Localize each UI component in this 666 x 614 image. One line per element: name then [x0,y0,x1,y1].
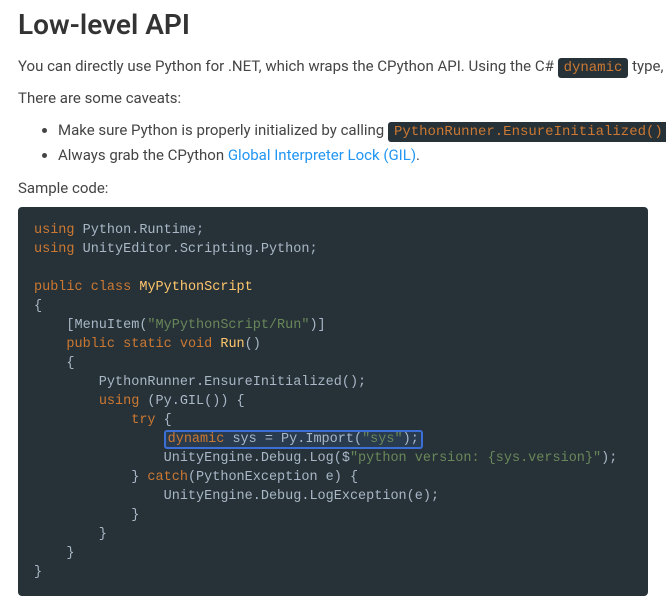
brace-open-2: { [34,356,75,371]
caveats-list: Make sure Python is properly initialized… [18,118,648,167]
close-1: } [34,508,139,523]
gil-link[interactable]: Global Interpreter Lock (GIL) [228,146,416,164]
page-title: Low-level API [18,8,648,41]
kw-using-2: using [34,242,75,257]
sys-a: sys = Py.Import( [224,432,362,447]
brace-open: { [34,299,42,314]
menu-open: [MenuItem( [34,318,147,333]
intro-text: You can directly use Python for .NET, wh… [18,57,558,75]
catch-close-brace: } [34,470,147,485]
caveat-2: Always grab the CPython Global Interpret… [58,143,648,167]
kw-using-1: using [34,223,75,238]
kw-using-3: using [99,394,140,409]
ensure-init-code-inline: PythonRunner.EnsureInitialized() [388,122,666,142]
close-3: } [34,546,75,561]
catch-sig: (PythonException e) { [188,470,358,485]
kw-catch: catch [147,470,188,485]
caveat-2-prefix: Always grab the CPython [58,146,228,164]
kw-public-2: public [66,337,115,352]
ns-2: UnityEditor.Scripting.Python; [75,242,318,257]
cls-name: MyPythonScript [139,280,252,295]
log-str: "python version: {sys.version}" [350,451,601,466]
selected-line: dynamic sys = Py.Import("sys"); [164,430,423,449]
gil-open: (Py.GIL()) { [139,394,244,409]
fn-run: Run [220,337,244,352]
log-a: UnityEngine.Debug.Log($ [34,451,350,466]
sys-str: "sys" [362,432,403,447]
kw-void: void [180,337,212,352]
kw-class: class [91,280,132,295]
ensure-call: PythonRunner.EnsureInitialized(); [34,375,366,390]
sample-code-label: Sample code: [18,177,648,200]
code-block[interactable]: using Python.Runtime; using UnityEditor.… [18,207,648,596]
menu-close: )] [309,318,325,333]
caveat-2-suffix: . [416,146,420,164]
ns-1: Python.Runtime; [75,223,205,238]
caveat-1: Make sure Python is properly initialized… [58,118,648,143]
kw-dynamic: dynamic [168,432,225,447]
sys-b: ); [403,432,419,447]
intro-suffix: type, you can [628,57,666,75]
dynamic-code-inline: dynamic [558,58,629,78]
kw-static: static [123,337,172,352]
caveat-1-prefix: Make sure Python is properly initialized… [58,121,388,139]
try-brace: { [156,413,172,428]
logexc: UnityEngine.Debug.LogException(e); [34,489,439,504]
run-parens: () [245,337,261,352]
intro-paragraph: You can directly use Python for .NET, wh… [18,55,648,79]
kw-public-1: public [34,280,83,295]
caveats-intro: There are some caveats: [18,87,648,110]
close-2: } [34,527,107,542]
menu-str: "MyPythonScript/Run" [147,318,309,333]
log-b: ); [601,451,617,466]
kw-try: try [131,413,155,428]
